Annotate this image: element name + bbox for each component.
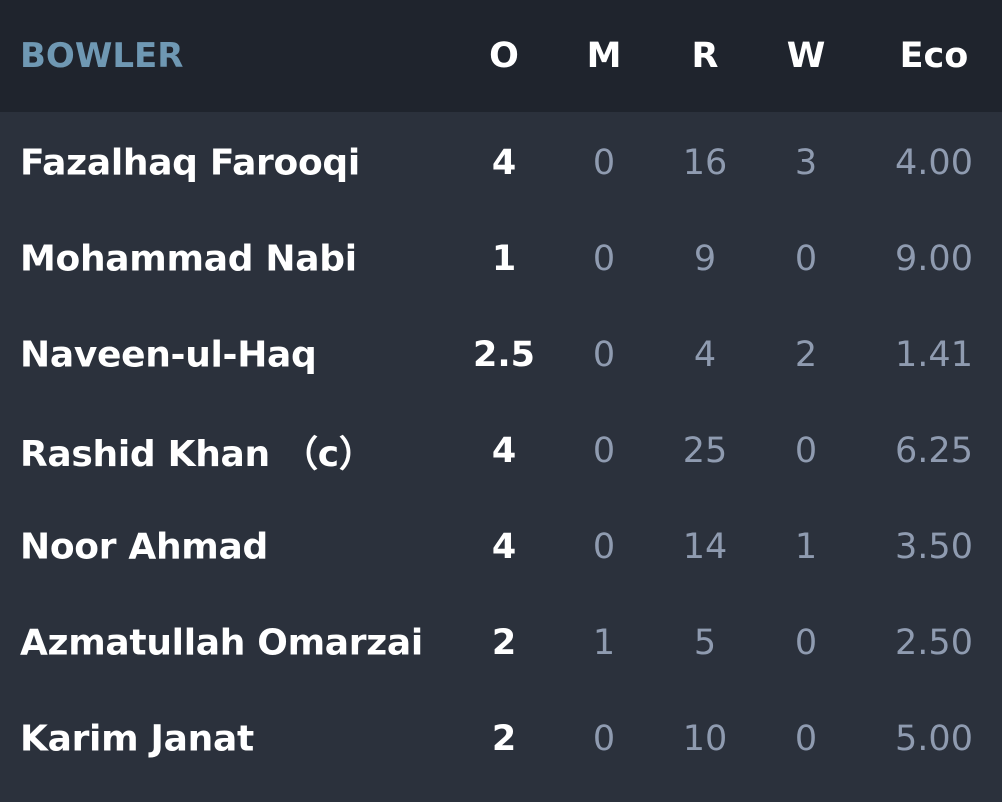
- overs-value: 4: [491, 431, 517, 471]
- header-wickets: W: [786, 36, 826, 76]
- runs-value: 16: [682, 143, 728, 183]
- maidens-value: 1: [592, 623, 616, 663]
- header-maidens: M: [586, 36, 622, 76]
- header-bowler: BOWLER: [20, 36, 184, 76]
- runs-value: 14: [682, 527, 728, 567]
- table-row: Mohammad Nabi 1 0 9 0 9.00: [0, 211, 1002, 307]
- bowler-rows: Fazalhaq Farooqi 4 0 16 3 4.00 Mohammad …: [0, 112, 1002, 787]
- economy-value: 5.00: [895, 719, 973, 759]
- maidens-value: 0: [592, 527, 616, 567]
- wickets-value: 1: [794, 527, 818, 567]
- runs-value: 4: [693, 335, 717, 375]
- bowler-name: Azmatullah Omarzai: [20, 622, 423, 664]
- bowler-name: Noor Ahmad: [20, 526, 268, 568]
- runs-value: 5: [693, 623, 717, 663]
- table-row: Azmatullah Omarzai 2 1 5 0 2.50: [0, 595, 1002, 691]
- overs-value: 1: [491, 239, 517, 279]
- header-overs: O: [489, 36, 519, 76]
- overs-value: 4: [491, 143, 517, 183]
- bowler-name: Mohammad Nabi: [20, 238, 357, 280]
- maidens-value: 0: [592, 431, 616, 471]
- overs-value: 4: [491, 527, 517, 567]
- header-runs: R: [691, 36, 719, 76]
- maidens-value: 0: [592, 335, 616, 375]
- economy-value: 9.00: [895, 239, 973, 279]
- table-row: Noor Ahmad 4 0 14 1 3.50: [0, 499, 1002, 595]
- wickets-value: 0: [794, 239, 818, 279]
- table-row: Rashid Khan （c） 4 0 25 0 6.25: [0, 403, 1002, 499]
- header-economy: Eco: [899, 36, 969, 76]
- overs-value: 2.5: [472, 335, 536, 375]
- economy-value: 2.50: [895, 623, 973, 663]
- wickets-value: 3: [794, 143, 818, 183]
- runs-value: 25: [682, 431, 728, 471]
- wickets-value: 2: [794, 335, 818, 375]
- economy-value: 4.00: [895, 143, 973, 183]
- economy-value: 3.50: [895, 527, 973, 567]
- table-header: BOWLER O M R W Eco: [0, 0, 1002, 112]
- table-row: Naveen-ul-Haq 2.5 0 4 2 1.41: [0, 307, 1002, 403]
- maidens-value: 0: [592, 143, 616, 183]
- bowling-scorecard: BOWLER O M R W Eco Fazalhaq Farooqi 4 0 …: [0, 0, 1002, 802]
- wickets-value: 0: [794, 719, 818, 759]
- runs-value: 10: [682, 719, 728, 759]
- maidens-value: 0: [592, 239, 616, 279]
- overs-value: 2: [491, 623, 517, 663]
- wickets-value: 0: [794, 431, 818, 471]
- bowler-name: Naveen-ul-Haq: [20, 334, 317, 376]
- bowler-name: Rashid Khan （c）: [20, 434, 375, 475]
- maidens-value: 0: [592, 719, 616, 759]
- table-row: Fazalhaq Farooqi 4 0 16 3 4.00: [0, 115, 1002, 211]
- runs-value: 9: [693, 239, 717, 279]
- table-row: Karim Janat 2 0 10 0 5.00: [0, 691, 1002, 787]
- economy-value: 1.41: [895, 335, 973, 375]
- wickets-value: 0: [794, 623, 818, 663]
- bowler-name: Fazalhaq Farooqi: [20, 142, 360, 184]
- economy-value: 6.25: [895, 431, 973, 471]
- overs-value: 2: [491, 719, 517, 759]
- bowler-name: Karim Janat: [20, 718, 254, 760]
